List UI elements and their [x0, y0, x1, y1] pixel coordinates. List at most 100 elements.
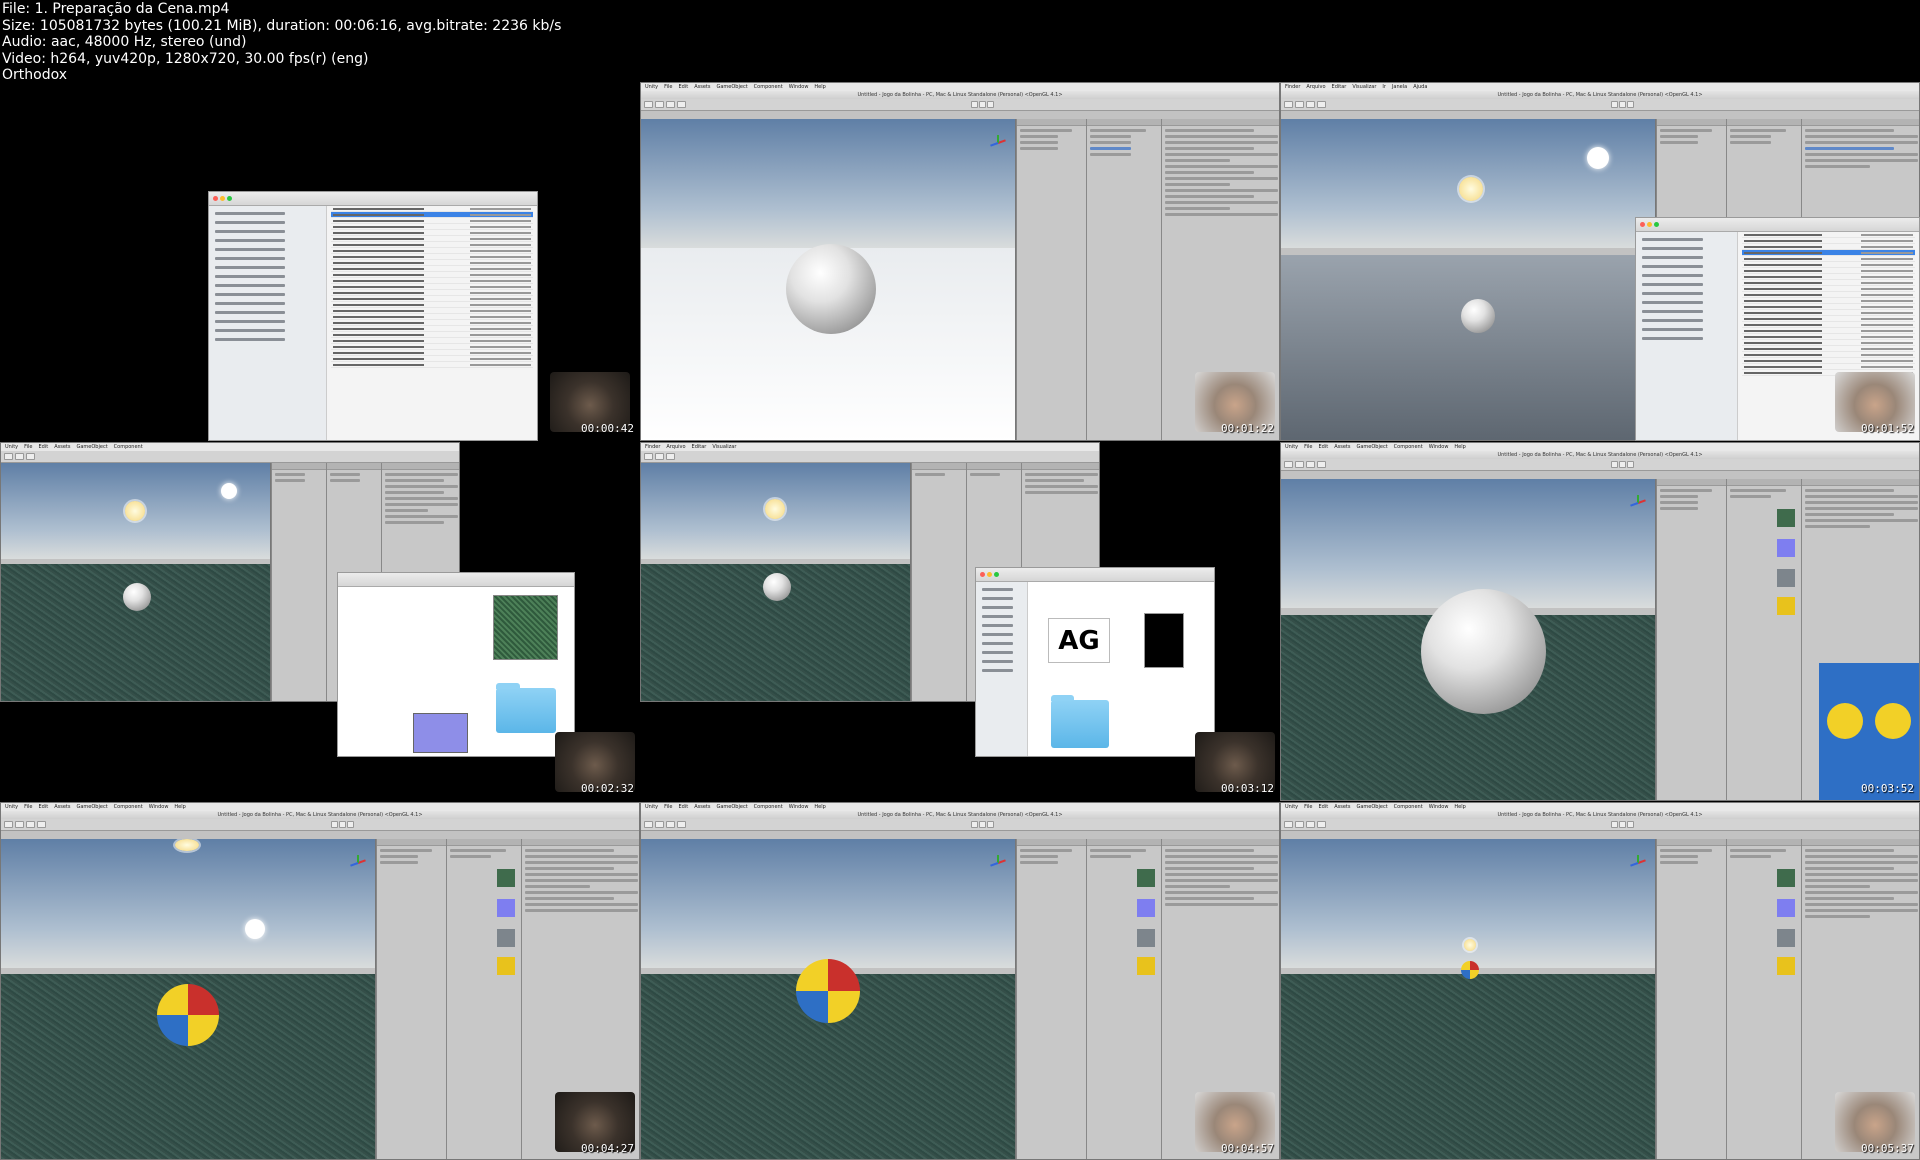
- project-panel[interactable]: [1086, 839, 1161, 1159]
- frame-thumbnail-8[interactable]: Unity File Edit Assets GameObject Component Wi…: [640, 802, 1280, 1160]
- scene-view[interactable]: [1, 463, 271, 701]
- unity-toolbar: [1281, 99, 1919, 111]
- minimize-icon[interactable]: [220, 196, 225, 201]
- project-panel[interactable]: [1726, 479, 1801, 800]
- minimize-icon[interactable]: [987, 572, 992, 577]
- textured-ball[interactable]: [157, 984, 219, 1046]
- directional-light-icon[interactable]: [175, 839, 199, 851]
- close-icon[interactable]: [980, 572, 985, 577]
- minimize-icon[interactable]: [1647, 222, 1652, 227]
- grey-material-thumbnail[interactable]: [1777, 569, 1795, 587]
- textured-ball[interactable]: [796, 959, 860, 1023]
- blue-material-thumbnail[interactable]: [1777, 539, 1795, 557]
- hierarchy-panel[interactable]: [376, 839, 446, 1159]
- unity-title: Untitled - Jogo da Bolinha - PC, Mac & L…: [1281, 91, 1919, 99]
- hierarchy-panel[interactable]: [1656, 839, 1726, 1159]
- unity-toolbar: [641, 451, 1099, 463]
- unity-menubar: Unity File Edit Assets GameObject Component Wi…: [1, 803, 639, 811]
- hierarchy-panel[interactable]: [1016, 839, 1086, 1159]
- scale-tool-button[interactable]: [677, 101, 686, 108]
- zoom-icon[interactable]: [994, 572, 999, 577]
- project-panel[interactable]: [1086, 119, 1161, 440]
- play-button[interactable]: [1610, 821, 1618, 828]
- pause-button[interactable]: [978, 101, 986, 108]
- unity-title: Untitled - Jogo da Bolinha - PC, Mac & L…: [1, 811, 639, 819]
- move-tool-button[interactable]: [655, 101, 664, 108]
- frame-thumbnail-5[interactable]: Finder Arquivo Editar Visualizar AG 00:0…: [640, 442, 1280, 801]
- grass-material-thumbnail[interactable]: [1777, 509, 1795, 527]
- scene-view[interactable]: [1281, 119, 1656, 440]
- scene-view[interactable]: [641, 463, 911, 701]
- ag-image-thumbnail[interactable]: AG: [1048, 618, 1110, 663]
- frame-thumbnail-3[interactable]: Finder Arquivo Editar Visualizar Ir Janela Aju…: [1280, 82, 1920, 441]
- scene-gizmo-icon[interactable]: [1630, 855, 1647, 871]
- sphere-object[interactable]: [1461, 299, 1495, 333]
- unity-toolbar: [1, 451, 459, 463]
- frame-thumbnail-9[interactable]: Unity File Edit Assets GameObject Component Wi…: [1280, 802, 1920, 1160]
- scene-view[interactable]: [1281, 839, 1656, 1159]
- frame-thumbnail-7[interactable]: Unity File Edit Assets GameObject Component Wi…: [0, 802, 640, 1160]
- rotate-tool-button[interactable]: [666, 101, 675, 108]
- project-panel[interactable]: [1726, 839, 1801, 1159]
- frame-timestamp: 00:04:57: [1221, 1142, 1274, 1155]
- scene-gizmo-icon[interactable]: [1630, 495, 1647, 511]
- sphere-object[interactable]: [123, 583, 151, 611]
- folder-icon[interactable]: [1051, 695, 1109, 748]
- zoom-icon[interactable]: [1654, 222, 1659, 227]
- scene-view[interactable]: [1281, 479, 1656, 800]
- play-button[interactable]: [970, 821, 978, 828]
- close-icon[interactable]: [213, 196, 218, 201]
- project-panel[interactable]: [446, 839, 521, 1159]
- star-icon: [1827, 703, 1863, 739]
- ball-texture-thumbnail[interactable]: [1777, 597, 1795, 615]
- scene-view[interactable]: [641, 119, 1016, 440]
- sphere-object[interactable]: [786, 244, 876, 334]
- unity-window: Unity File Edit Assets GameObject Component Wi…: [640, 802, 1280, 1160]
- play-button[interactable]: [1610, 101, 1618, 108]
- audio-info-line: Audio: aac, 48000 Hz, stereo (und): [2, 34, 247, 50]
- scene-view[interactable]: [641, 839, 1016, 1159]
- star-icon: [1875, 703, 1911, 739]
- frame-timestamp: 00:01:22: [1221, 422, 1274, 435]
- unity-menubar: Unity File Edit Assets GameObject Component Wi…: [1281, 443, 1919, 451]
- folder-icon[interactable]: [496, 683, 556, 733]
- scene-gizmo-icon[interactable]: [990, 855, 1007, 871]
- frame-thumbnail-2[interactable]: Unity File Edit Assets GameObject Component Wi…: [640, 82, 1280, 441]
- finder-window: AG: [975, 567, 1215, 757]
- play-button[interactable]: [1610, 461, 1618, 468]
- file-size-line: Size: 105081732 bytes (100.21 MiB), dura…: [2, 17, 562, 34]
- finder-window: [208, 191, 538, 441]
- finder-menubar: Finder Arquivo Editar Visualizar: [641, 443, 1099, 451]
- textured-ball[interactable]: [1461, 961, 1479, 979]
- hierarchy-panel[interactable]: [911, 463, 966, 701]
- hand-tool-button[interactable]: [644, 101, 653, 108]
- unity-title: Untitled - Jogo da Bolinha - PC, Mac & L…: [641, 91, 1279, 99]
- frame-thumbnail-6[interactable]: Unity File Edit Assets GameObject Component Wi…: [1280, 442, 1920, 801]
- unity-window: Unity File Edit Assets GameObject Component Wi…: [1280, 802, 1920, 1160]
- directional-light-icon[interactable]: [125, 501, 145, 521]
- unity-menubar: Unity File Edit Assets GameObject Component Wi…: [641, 83, 1279, 91]
- play-button[interactable]: [970, 101, 978, 108]
- frame-thumbnail-4[interactable]: Unity File Edit Assets GameObject Component 0…: [0, 442, 640, 801]
- texture-thumbnail[interactable]: [413, 713, 468, 753]
- scene-gizmo-icon[interactable]: [350, 855, 367, 871]
- scene-gizmo-icon[interactable]: [990, 135, 1007, 151]
- batman-image-thumbnail[interactable]: [1144, 613, 1184, 668]
- hierarchy-panel[interactable]: [1016, 119, 1086, 440]
- directional-light-icon[interactable]: [1464, 939, 1476, 951]
- close-icon[interactable]: [1640, 222, 1645, 227]
- frame-thumbnail-1[interactable]: 00:00:42: [0, 82, 640, 441]
- hierarchy-panel[interactable]: [1656, 479, 1726, 800]
- scene-view[interactable]: [1, 839, 376, 1159]
- sphere-object[interactable]: [763, 573, 791, 601]
- hierarchy-panel[interactable]: [271, 463, 326, 701]
- step-button[interactable]: [986, 101, 994, 108]
- zoom-icon[interactable]: [227, 196, 232, 201]
- file-info-header: File: 1. Preparação da Cena.mp4 Size: 10…: [0, 0, 640, 83]
- unity-toolbar: [641, 819, 1279, 831]
- play-button[interactable]: [330, 821, 338, 828]
- directional-light-icon[interactable]: [1459, 177, 1483, 201]
- sphere-object[interactable]: [1421, 589, 1546, 714]
- directional-light-icon[interactable]: [765, 499, 785, 519]
- grass-texture-thumbnail[interactable]: [493, 595, 558, 660]
